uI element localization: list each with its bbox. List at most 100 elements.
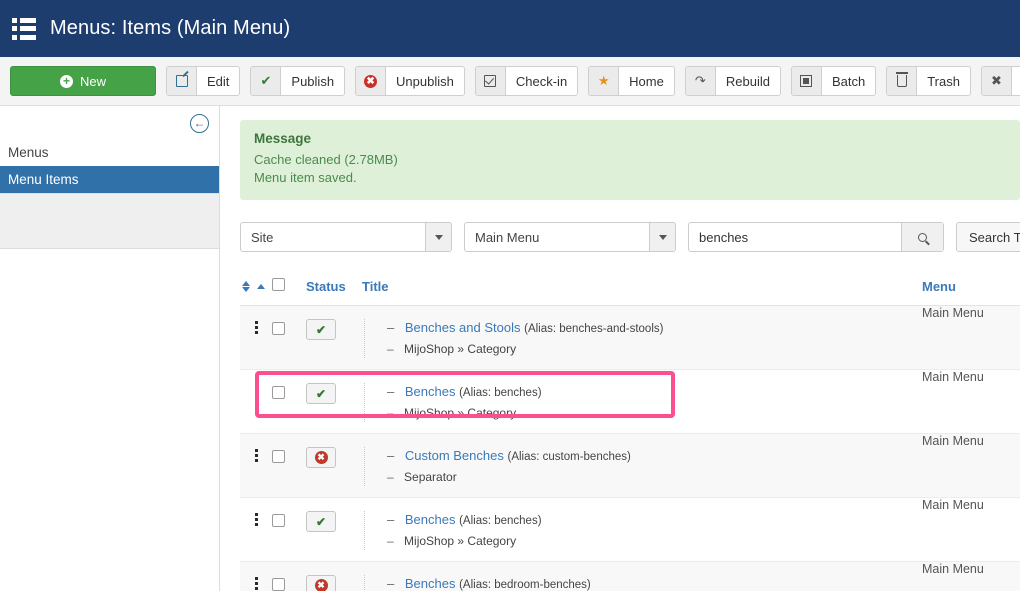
clean-cache-button[interactable]: ✖ Clean Cache: [980, 66, 1020, 96]
sort-updown-icon[interactable]: [242, 280, 250, 292]
status-published-button[interactable]: ✔: [306, 383, 336, 404]
item-title-link[interactable]: Benches: [405, 512, 456, 527]
menu-items-table: Status Title Menu ✔ – Benches and Stools…: [240, 278, 1020, 591]
drag-handle-icon[interactable]: [240, 370, 272, 398]
checkin-button[interactable]: Check-in: [474, 66, 579, 96]
row-checkbox[interactable]: [272, 514, 285, 527]
item-alias: (Alias: custom-benches): [507, 451, 631, 463]
sidebar: ← Menus Menu Items: [0, 106, 220, 591]
square-inset-icon: [791, 67, 822, 95]
magnifier-icon: [918, 232, 927, 242]
site-select[interactable]: Site: [240, 222, 452, 252]
publish-button-label: Publish: [291, 73, 335, 89]
drag-handle-icon[interactable]: [240, 434, 272, 462]
item-alias: (Alias: benches-and-stools): [524, 323, 664, 335]
status-unpublished-button[interactable]: ✖: [306, 447, 336, 468]
item-title-link[interactable]: Custom Benches: [405, 448, 504, 463]
edit-button[interactable]: Edit: [166, 66, 241, 96]
drag-handle-icon[interactable]: [240, 306, 272, 334]
redo-icon: ↷: [685, 67, 716, 95]
menu-header[interactable]: Menu: [922, 278, 1020, 306]
batch-button[interactable]: Batch: [790, 66, 877, 96]
message-line-saved: Menu item saved.: [254, 170, 357, 185]
circle-x-icon: ✖: [356, 67, 387, 95]
site-select-value: Site: [251, 229, 274, 245]
ordering-header[interactable]: [240, 278, 272, 306]
select-all-checkbox[interactable]: [272, 278, 285, 291]
batch-button-label: Batch: [831, 73, 866, 89]
status-published-button[interactable]: ✔: [306, 319, 336, 340]
search-button[interactable]: [901, 223, 943, 251]
sidebar-item-menus[interactable]: Menus: [0, 139, 219, 166]
row-check-cell: [272, 561, 306, 591]
table-head: Status Title Menu: [240, 278, 1020, 306]
sidebar-filler: [0, 249, 219, 514]
item-title-link[interactable]: Benches and Stools: [405, 320, 521, 335]
circle-x-icon: ✖: [314, 579, 328, 591]
edit-button-label: Edit: [207, 73, 230, 89]
status-published-button[interactable]: ✔: [306, 511, 336, 532]
indent-dash: –: [387, 534, 394, 548]
chevron-down-icon: [425, 223, 451, 251]
indent-dash: –: [387, 470, 394, 484]
row-check-cell: [272, 497, 306, 562]
arrow-circle-left-icon[interactable]: ←: [190, 114, 209, 133]
status-unpublished-button[interactable]: ✖: [306, 575, 336, 591]
row-status-cell: ✔: [306, 305, 362, 370]
drag-handle-icon[interactable]: [240, 562, 272, 590]
clean-cache-button-label: Clean Cache: [1012, 67, 1020, 95]
title-header[interactable]: Title: [362, 278, 922, 306]
home-button[interactable]: ★ Home: [588, 66, 675, 96]
status-header[interactable]: Status: [306, 278, 362, 306]
sidebar-item-menu-items[interactable]: Menu Items: [0, 166, 219, 193]
unpublish-button[interactable]: ✖ Unpublish: [355, 66, 465, 96]
caret-up-icon[interactable]: [257, 283, 265, 289]
select-all-header: [272, 278, 306, 306]
row-status-cell: ✖: [306, 433, 362, 498]
drag-handle-icon[interactable]: [240, 498, 272, 526]
search-tools-button[interactable]: Search Tools: [956, 222, 1020, 252]
rebuild-button[interactable]: ↷ Rebuild: [684, 66, 781, 96]
sidebar-panel-tail: [0, 193, 219, 249]
trash-button[interactable]: Trash: [886, 66, 971, 96]
toolbar: + New Edit ✔ Publish ✖ Unpublish Check-i…: [0, 57, 1020, 106]
star-icon: ★: [589, 67, 620, 95]
item-title-link[interactable]: Benches: [405, 576, 456, 591]
chevron-down-icon: [649, 223, 675, 251]
row-handle-cell: [240, 369, 272, 434]
row-title-cell: – Benches (Alias: benches) – MijoShop » …: [362, 369, 922, 434]
row-menu-value: Main Menu: [922, 305, 1020, 370]
row-checkbox[interactable]: [272, 578, 285, 591]
item-subtitle: Separator: [404, 470, 457, 484]
menu-select-value: Main Menu: [475, 229, 540, 245]
row-checkbox[interactable]: [272, 322, 285, 335]
row-checkbox[interactable]: [272, 386, 285, 399]
item-subtitle: MijoShop » Category: [404, 342, 517, 356]
item-title-link[interactable]: Benches: [405, 384, 456, 399]
unpublish-button-label: Unpublish: [396, 73, 454, 89]
table-row: ✖ – Benches (Alias: bedroom-benches) Mai…: [240, 561, 1020, 591]
new-button-label: New: [79, 73, 106, 89]
indent-rail: [364, 447, 365, 486]
search-tools-label: Search Tools: [969, 229, 1020, 245]
row-title-cell: – Custom Benches (Alias: custom-benches)…: [362, 433, 922, 498]
indent-rail: [364, 319, 365, 358]
sidebar-item-label: Menu Items: [8, 172, 79, 187]
search-input[interactable]: [689, 223, 901, 251]
list-icon: [12, 17, 36, 40]
pencil-square-icon: [167, 67, 197, 95]
table-header-row: Status Title Menu: [240, 278, 1020, 306]
item-alias: (Alias: bedroom-benches): [459, 579, 591, 591]
check-icon: ✔: [315, 322, 327, 337]
row-checkbox[interactable]: [272, 450, 285, 463]
row-handle-cell: [240, 497, 272, 562]
row-title-cell: – Benches and Stools (Alias: benches-and…: [362, 305, 922, 370]
new-button[interactable]: + New: [10, 66, 156, 96]
search-field-wrap: [688, 222, 944, 252]
menu-select[interactable]: Main Menu: [464, 222, 676, 252]
check-icon: ✔: [315, 514, 327, 529]
check-square-icon: [475, 67, 506, 95]
indent-rail: [364, 383, 365, 422]
row-status-cell: ✖: [306, 561, 362, 591]
publish-button[interactable]: ✔ Publish: [250, 66, 346, 96]
